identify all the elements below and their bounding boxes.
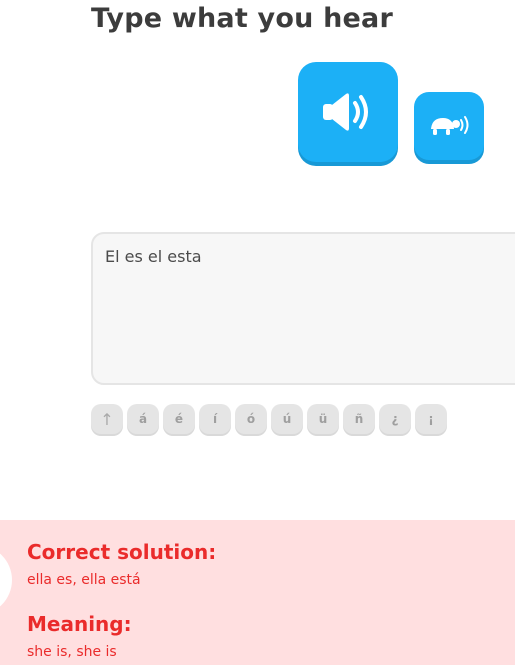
answer-text: El es el esta [105, 247, 202, 266]
char-key-inverted-exclamation[interactable]: ¡ [415, 404, 447, 434]
char-key-u-acute[interactable]: ú [271, 404, 303, 434]
shift-key[interactable]: ↑ [91, 404, 123, 434]
speaker-icon [323, 93, 368, 131]
char-key-a-acute[interactable]: á [127, 404, 159, 434]
slow-audio-button[interactable] [414, 92, 484, 160]
meaning-text: she is, she is [27, 644, 117, 660]
correct-solution-text: ella es, ella está [27, 572, 141, 588]
feedback-panel: Correct solution: ella es, ella está Mea… [0, 520, 515, 665]
char-key-i-acute[interactable]: í [199, 404, 231, 434]
meaning-heading: Meaning: [27, 612, 132, 636]
char-key-n-tilde[interactable]: ñ [343, 404, 375, 434]
char-key-e-acute[interactable]: é [163, 404, 195, 434]
play-audio-button[interactable] [298, 62, 398, 162]
turtle-icon [431, 116, 469, 135]
arrow-up-icon: ↑ [100, 409, 114, 429]
answer-input[interactable]: El es el esta [91, 232, 515, 385]
feedback-status-badge [0, 545, 12, 615]
correct-solution-heading: Correct solution: [27, 540, 217, 564]
exercise-page: Type what you hear El es el esta ↑ á é í… [0, 0, 515, 665]
char-key-inverted-question[interactable]: ¿ [379, 404, 411, 434]
page-title: Type what you hear [91, 3, 393, 34]
special-characters-bar: ↑ á é í ó ú ü ñ ¿ ¡ [91, 404, 451, 434]
char-key-u-umlaut[interactable]: ü [307, 404, 339, 434]
char-key-o-acute[interactable]: ó [235, 404, 267, 434]
